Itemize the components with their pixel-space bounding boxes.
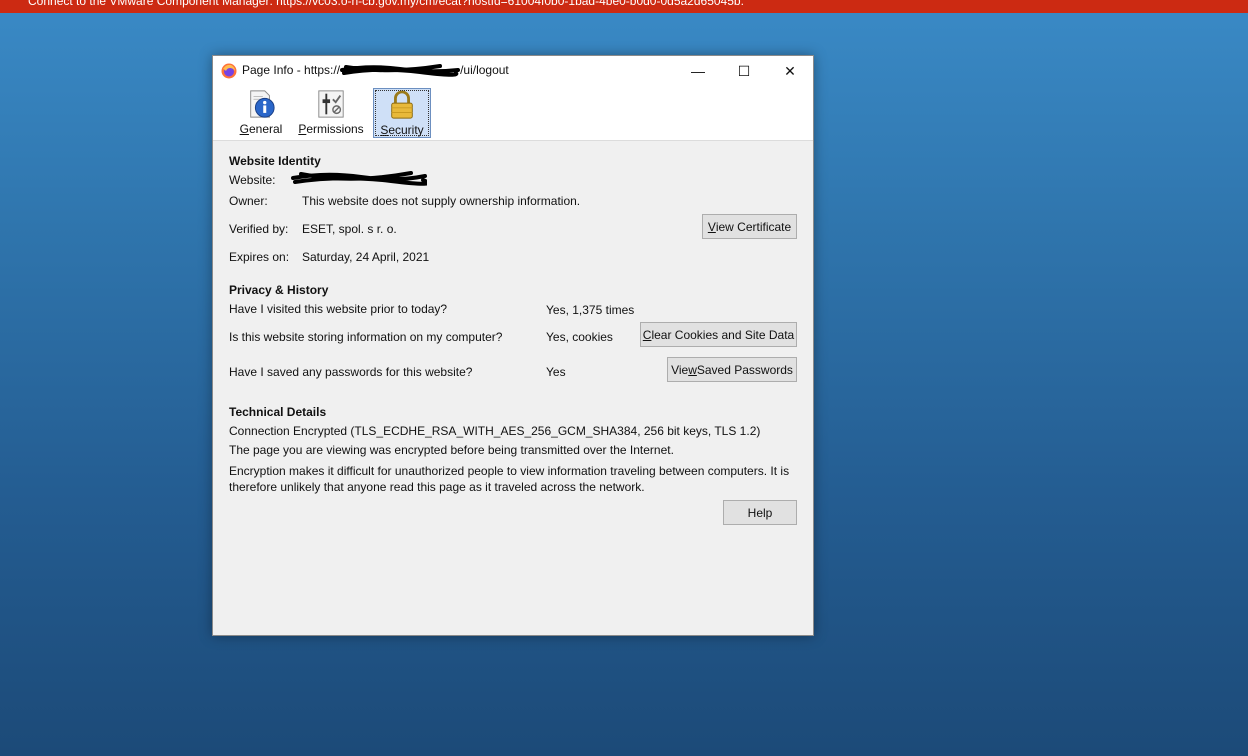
tab-general[interactable]: General [239,88,283,136]
padlock-icon [391,90,413,119]
expires-value: Saturday, 24 April, 2021 [302,250,430,264]
title-bar[interactable]: Page Info - https:// /ui/logout — ☐ ✕ [213,56,813,86]
page-info-dialog: Page Info - https:// /ui/logout — ☐ ✕ Gen… [212,55,814,636]
close-button[interactable]: ✕ [767,56,813,86]
expires-label: Expires on: [229,250,290,264]
connection-encrypted-text: Connection Encrypted (TLS_ECDHE_RSA_WITH… [229,424,761,438]
encrypted-transmission-text: The page you are viewing was encrypted b… [229,443,674,457]
tab-permissions[interactable]: Permissions [298,88,364,136]
view-saved-passwords-button[interactable]: Vie w Saved Passwords [667,357,797,382]
technical-details-heading: Technical Details [229,405,327,419]
verified-by-label: Verified by: [229,222,289,236]
redacted-host-scribble [340,64,461,77]
website-identity-heading: Website Identity [229,154,321,168]
verified-by-value: ESET, spol. s r. o. [302,222,397,236]
passwords-question: Have I saved any passwords for this webs… [229,365,473,379]
visited-answer: Yes, 1,375 times [546,303,635,317]
privacy-history-heading: Privacy & History [229,283,329,297]
owner-value: This website does not supply ownership i… [302,194,581,208]
website-label: Website: [229,173,276,187]
view-certificate-button[interactable]: View Certificate [702,214,797,239]
tab-security-label: Security [380,123,424,137]
tab-security[interactable]: Security [373,88,431,138]
info-document-icon [250,90,275,118]
owner-label: Owner: [229,194,268,208]
passwords-answer: Yes [546,365,566,379]
redacted-website-scribble [291,171,427,186]
banner-text: Connect to the VMware Component Manager:… [28,0,744,8]
title-prefix: Page Info - https:// [242,63,341,77]
tab-toolbar: General Permissions Security [213,86,813,141]
notification-banner: Connect to the VMware Component Manager:… [0,0,1248,13]
title-suffix: /ui/logout [460,63,509,77]
storing-answer: Yes, cookies [546,330,613,344]
tab-general-label: General [239,122,283,136]
tab-permissions-label: Permissions [298,122,364,136]
window-title: Page Info - https:// /ui/logout [242,63,509,77]
minimize-button[interactable]: — [675,56,721,86]
help-button[interactable]: Help [723,500,797,525]
clear-cookies-button[interactable]: Clear Cookies and Site Data [640,322,797,347]
firefox-icon [221,63,237,79]
permissions-icon [318,90,344,118]
encryption-explanation-line1: Encryption makes it difficult for unauth… [229,464,790,478]
maximize-button[interactable]: ☐ [721,56,767,86]
storing-question: Is this website storing information on m… [229,330,503,344]
visited-question: Have I visited this website prior to tod… [229,302,448,316]
encryption-explanation-line2: therefore unlikely that anyone read this… [229,480,645,494]
